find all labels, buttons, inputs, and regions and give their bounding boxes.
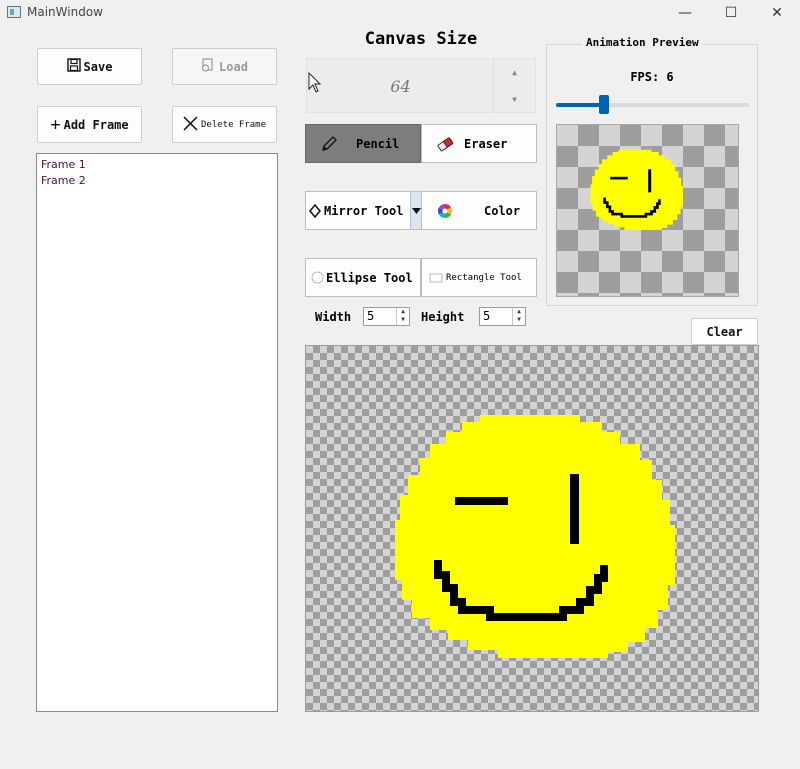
canvas-size-value[interactable]: 64: [307, 59, 494, 114]
spin-up-icon[interactable]: ▲: [494, 59, 535, 86]
diamond-icon: [308, 200, 322, 222]
fps-label: FPS: 6: [630, 70, 674, 84]
right-eye: [648, 169, 652, 193]
eraser-button[interactable]: Eraser: [421, 124, 537, 163]
height-spin-arrows-icon[interactable]: ▲ ▼: [512, 308, 525, 325]
save-button[interactable]: Save: [37, 48, 142, 85]
window-title: MainWindow: [27, 5, 103, 19]
chevron-down-icon: [411, 207, 421, 214]
mirror-tool-button[interactable]: Mirror Tool: [305, 191, 411, 230]
drawing-canvas[interactable]: [305, 345, 759, 712]
save-label: Save: [83, 59, 113, 74]
title-bar: MainWindow — ☐ ✕: [0, 0, 800, 26]
delete-frame-label: Delete Frame: [200, 119, 267, 130]
pencil-label: Pencil: [356, 136, 400, 151]
canvas-size-title: Canvas Size: [364, 29, 478, 49]
height-value[interactable]: 5: [483, 309, 490, 323]
canvas-size-spinbox[interactable]: 64 ▲ ▼: [306, 58, 536, 114]
spin-down-icon[interactable]: ▼: [494, 86, 535, 113]
eraser-label: Eraser: [464, 136, 508, 151]
x-icon: [183, 115, 198, 134]
smiley-face: [395, 415, 675, 658]
clear-button[interactable]: Clear: [691, 318, 758, 345]
width-spin-arrows-icon[interactable]: ▲ ▼: [396, 308, 409, 325]
fps-slider-track[interactable]: [556, 103, 749, 107]
rectangle-tool-button[interactable]: Rectangle Tool: [421, 258, 537, 297]
app-icon: [7, 6, 21, 18]
fps-slider-handle[interactable]: [599, 95, 610, 114]
mirror-tool-label: Mirror Tool: [324, 203, 404, 218]
smiley-drawing: [395, 415, 675, 658]
load-button[interactable]: Load: [172, 48, 277, 85]
animation-preview-title: Animation Preview: [582, 36, 703, 49]
clear-label: Clear: [706, 324, 743, 339]
maximize-button[interactable]: ☐: [708, 0, 754, 26]
frame-list[interactable]: Frame 1 Frame 2: [36, 153, 278, 712]
smiley-face: [590, 149, 683, 230]
rectangle-icon: [428, 267, 444, 289]
close-button[interactable]: ✕: [754, 0, 800, 26]
color-button[interactable]: Color: [421, 191, 537, 230]
height-label: Height: [421, 310, 465, 324]
animation-preview: [556, 124, 739, 297]
eraser-icon: [434, 133, 456, 155]
minimize-button[interactable]: —: [662, 0, 708, 26]
color-label: Color: [484, 203, 521, 218]
smiley-drawing: [590, 149, 683, 230]
ellipse-tool-label: Ellipse Tool: [326, 270, 413, 285]
pencil-icon: [318, 133, 340, 155]
preview-image: [557, 125, 738, 296]
ellipse-tool-button[interactable]: Ellipse Tool: [305, 258, 421, 297]
rectangle-tool-label: Rectangle Tool: [446, 272, 522, 283]
pencil-button[interactable]: Pencil: [305, 124, 421, 163]
floppy-disk-icon: [66, 58, 81, 75]
plus-icon: +: [50, 114, 61, 135]
circle-icon: [310, 267, 324, 289]
canvas-size-arrows[interactable]: ▲ ▼: [493, 59, 535, 114]
left-eye: [610, 176, 628, 180]
frame-list-item[interactable]: Frame 1: [41, 157, 273, 173]
height-spinbox[interactable]: 5 ▲ ▼: [479, 307, 526, 326]
color-wheel-icon: [434, 200, 456, 222]
add-frame-label: Add Frame: [63, 117, 129, 132]
left-eye: [455, 497, 508, 505]
load-label: Load: [219, 59, 248, 74]
width-value[interactable]: 5: [367, 309, 374, 323]
load-icon: [201, 58, 216, 75]
canvas-image[interactable]: [306, 346, 758, 711]
frame-list-item[interactable]: Frame 2: [41, 173, 273, 189]
add-frame-button[interactable]: + Add Frame: [37, 106, 142, 143]
width-label: Width: [315, 310, 352, 324]
right-eye: [570, 474, 579, 544]
width-spinbox[interactable]: 5 ▲ ▼: [363, 307, 410, 326]
fps-slider-fill: [556, 103, 605, 107]
delete-frame-button[interactable]: Delete Frame: [172, 106, 277, 143]
mouse-cursor-icon: [308, 72, 322, 93]
